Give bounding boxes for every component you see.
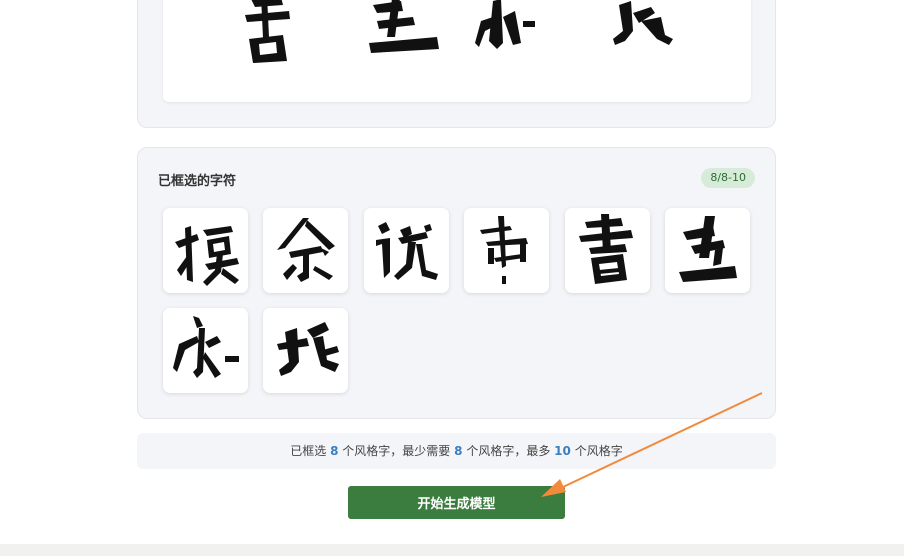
character-glyph-image (376, 222, 438, 280)
info-prefix: 已框选 (290, 444, 327, 458)
character-tile[interactable] (665, 208, 750, 293)
character-glyph-image (277, 218, 335, 282)
character-tile[interactable] (163, 208, 248, 293)
selection-info-bar: 已框选 8 个风格字，最少需要 8 个风格字，最多 10 个风格字 (137, 433, 776, 469)
character-tile[interactable] (263, 308, 348, 393)
info-text-max: 个风格字，最多 (466, 444, 551, 458)
page-footer-strip (0, 544, 904, 556)
selected-characters-title: 已框选的字符 (158, 174, 237, 189)
character-tile[interactable] (565, 208, 650, 293)
max-count: 10 (554, 444, 571, 458)
character-glyph-image (277, 322, 339, 376)
character-glyph-image (679, 216, 737, 282)
character-glyph-image (175, 226, 239, 286)
character-glyph-image (173, 316, 239, 378)
character-tile[interactable] (163, 308, 248, 393)
calligraphy-preview-image (245, 0, 673, 63)
character-glyph-image (480, 216, 528, 284)
selection-count-badge: 8/8-10 (701, 168, 755, 188)
character-tile[interactable] (364, 208, 449, 293)
preview-card (137, 0, 776, 128)
min-count: 8 (454, 444, 463, 458)
selected-count: 8 (330, 444, 339, 458)
info-text-min: 个风格字，最少需要 (342, 444, 451, 458)
selected-characters-card: 已框选的字符 8/8-10 (137, 147, 776, 419)
calligraphy-preview (163, 0, 751, 102)
start-generate-model-button[interactable]: 开始生成模型 (348, 486, 565, 519)
character-glyph-image (579, 214, 633, 284)
info-suffix: 个风格字 (574, 444, 623, 458)
character-tile[interactable] (263, 208, 348, 293)
character-tile[interactable] (464, 208, 549, 293)
